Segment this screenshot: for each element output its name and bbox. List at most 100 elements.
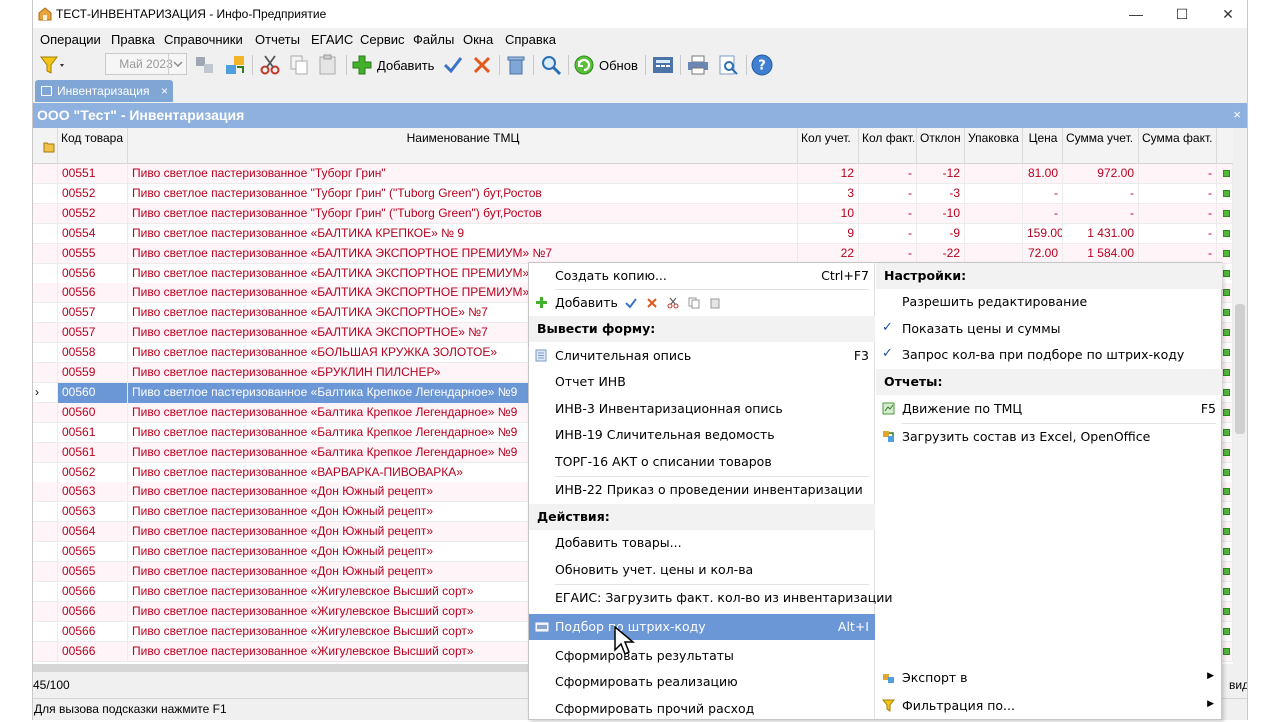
header-code[interactable]: Код товара xyxy=(58,128,128,164)
scissors-icon[interactable] xyxy=(667,297,679,309)
header-qty-fact[interactable]: Кол факт. xyxy=(859,128,917,164)
menu-show-prices[interactable]: ✓ Показать цены и суммы xyxy=(876,316,1222,342)
table-row[interactable]: 00554 Пиво светлое пастеризованное «БАЛТИ… xyxy=(33,223,1233,244)
menu-section-reports-label: Отчеты: xyxy=(884,374,943,389)
menu-inv19[interactable]: ИНВ-19 Сличительная ведомость xyxy=(529,422,875,448)
delete-button[interactable] xyxy=(471,53,493,77)
flag-icon xyxy=(1223,309,1230,317)
vertical-scrollbar[interactable] xyxy=(1235,304,1245,434)
menu-service[interactable]: Сервис xyxy=(360,32,405,47)
search-button[interactable] xyxy=(539,53,563,77)
cell-deviation: -12 xyxy=(917,164,965,184)
copy-structure-button[interactable] xyxy=(193,53,217,77)
header-sum-account[interactable]: Сумма учет. xyxy=(1063,128,1139,164)
trash-button[interactable] xyxy=(505,53,527,77)
header-packaging[interactable]: Упаковка xyxy=(965,128,1023,164)
menu-form-sale[interactable]: Сформировать реализацию xyxy=(529,669,875,695)
menu-ask-qty[interactable]: ✓ Запрос кол-ва при подборе по штрих-код… xyxy=(876,342,1222,368)
menu-reports[interactable]: Отчеты xyxy=(255,32,300,47)
copy-button[interactable] xyxy=(287,53,311,77)
cell-price: 72.00 xyxy=(1023,243,1063,264)
minimize-button[interactable]: — xyxy=(1113,0,1159,28)
header-deviation[interactable]: Отклон xyxy=(917,128,965,164)
menu-egais[interactable]: ЕГАИС xyxy=(311,32,353,47)
menu-directories[interactable]: Справочники xyxy=(164,32,243,47)
cell-sum-fact: - xyxy=(1139,203,1217,224)
row-marker xyxy=(33,164,58,184)
row-marker xyxy=(33,402,58,423)
cut-button[interactable] xyxy=(257,53,283,77)
help-button[interactable]: ? xyxy=(751,53,773,77)
calculator-icon xyxy=(653,57,673,73)
cell-qty-account: 12 xyxy=(798,164,859,184)
menu-export[interactable]: Экспорт в ▶ xyxy=(876,665,1222,691)
clipboard-icon[interactable] xyxy=(709,297,721,309)
table-row[interactable]: 00552 Пиво светлое пастеризованное "Тубор… xyxy=(33,183,1233,204)
menu-sverka-label: Сличительная опись xyxy=(555,348,692,363)
filter-button[interactable] xyxy=(39,53,65,77)
tab-inventory[interactable]: Инвентаризация × xyxy=(35,80,173,102)
print-preview-button[interactable] xyxy=(717,53,741,77)
menu-barcode-selection[interactable]: Подбор по штрих-коду Alt+I xyxy=(529,614,875,640)
menu-add[interactable]: Добавить xyxy=(529,290,875,316)
move-button[interactable] xyxy=(223,53,247,77)
search-icon xyxy=(542,56,562,76)
menu-inv3[interactable]: ИНВ-3 Инвентаризационная опись xyxy=(529,396,875,422)
header-qty-account[interactable]: Кол учет. xyxy=(798,128,859,164)
menu-inv-report[interactable]: Отчет ИНВ xyxy=(529,369,875,395)
confirm-button[interactable] xyxy=(442,53,464,77)
close-tab-icon[interactable]: × xyxy=(161,80,168,102)
table-row[interactable]: 00551 Пиво светлое пастеризованное "Тубор… xyxy=(33,164,1233,184)
cell-deviation: -10 xyxy=(917,203,965,224)
maximize-button[interactable]: ☐ xyxy=(1159,0,1205,28)
window-title: ТЕСТ-ИНВЕНТАРИЗАЦИЯ - Инфо-Предприятие xyxy=(56,7,327,21)
menu-form-other[interactable]: Сформировать прочий расход xyxy=(529,696,875,722)
menu-operations[interactable]: Операции xyxy=(40,32,101,47)
table-row[interactable]: 00555 Пиво светлое пастеризованное «БАЛТИ… xyxy=(33,243,1233,264)
row-status-cell xyxy=(1217,183,1233,204)
horizontal-scrollbar[interactable] xyxy=(33,664,533,672)
close-document-icon[interactable]: × xyxy=(1233,107,1241,122)
menu-allow-edit[interactable]: Разрешить редактирование xyxy=(876,289,1222,315)
header-sum-fact[interactable]: Сумма факт. xyxy=(1139,128,1217,164)
checkmark-icon[interactable] xyxy=(625,297,637,309)
calculator-button[interactable] xyxy=(651,53,675,77)
cell-price: - xyxy=(1023,183,1063,204)
refresh-button[interactable]: Обнов xyxy=(573,53,638,77)
menu-egais-load-label: ЕГАИС: Загрузить факт. кол-во из инвента… xyxy=(555,590,893,605)
chevron-down-icon[interactable] xyxy=(168,54,186,74)
copy-icon[interactable] xyxy=(688,297,700,309)
menu-filter[interactable]: Фильтрация по... ▶ xyxy=(876,693,1222,719)
paste-button[interactable] xyxy=(316,53,340,77)
menu-egais-load[interactable]: ЕГАИС: Загрузить факт. кол-во из инвента… xyxy=(529,585,892,611)
menu-section-form-label: Вывести форму: xyxy=(537,321,656,336)
svg-text:?: ? xyxy=(758,59,766,74)
menu-files[interactable]: Файлы xyxy=(413,32,454,47)
add-button-label: Добавить xyxy=(377,57,435,73)
table-row[interactable]: 00552 Пиво светлое пастеризованное "Тубор… xyxy=(33,203,1233,224)
menu-add-goods[interactable]: Добавить товары... xyxy=(529,530,875,556)
menu-update-prices[interactable]: Обновить учет. цены и кол-ва xyxy=(529,557,875,583)
close-window-button[interactable]: ✕ xyxy=(1205,0,1247,28)
menu-help[interactable]: Справка xyxy=(505,32,556,47)
document-icon xyxy=(535,349,547,362)
menu-sverka[interactable]: Сличительная опись F3 xyxy=(529,343,875,369)
help-icon: ? xyxy=(751,54,773,76)
cell-code: 00557 xyxy=(58,323,128,344)
menu-create-copy[interactable]: Создать копию... Ctrl+F7 xyxy=(529,263,875,289)
cell-code: 00565 xyxy=(58,562,128,582)
cell-qty-fact: - xyxy=(859,223,917,244)
menu-windows[interactable]: Окна xyxy=(463,32,493,47)
header-price[interactable]: Цена xyxy=(1023,128,1063,164)
header-name[interactable]: Наименование ТМЦ xyxy=(128,128,798,164)
menu-inv22[interactable]: ИНВ-22 Приказ о проведении инвентаризаци… xyxy=(529,477,875,503)
menu-edit[interactable]: Правка xyxy=(111,32,155,47)
x-mark-icon[interactable] xyxy=(646,297,658,309)
row-marker xyxy=(33,542,58,563)
menu-form-results[interactable]: Сформировать результаты xyxy=(529,643,875,669)
menu-load-excel[interactable]: Загрузить состав из Excel, OpenOffice xyxy=(876,424,1222,450)
add-button[interactable]: Добавить xyxy=(351,53,434,77)
menu-movement[interactable]: Движение по ТМЦ F5 xyxy=(876,396,1222,422)
menu-torg16[interactable]: ТОРГ-16 АКТ о списании товаров xyxy=(529,449,875,475)
print-button[interactable] xyxy=(686,53,710,77)
